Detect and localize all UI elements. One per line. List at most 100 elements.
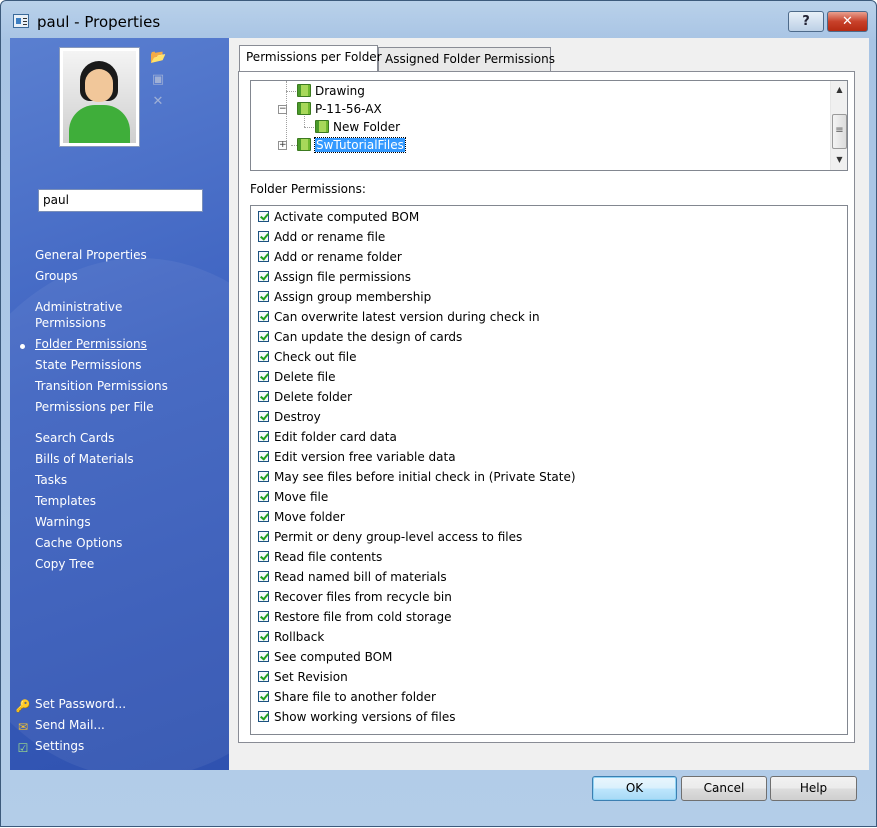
permission-row[interactable]: Share file to another folder — [258, 687, 436, 707]
nav-bills-of-materials[interactable]: Bills of Materials — [35, 451, 134, 467]
permission-row[interactable]: Read named bill of materials — [258, 567, 447, 587]
permission-row[interactable]: Read file contents — [258, 547, 382, 567]
permission-checkbox[interactable] — [258, 651, 269, 662]
permission-row[interactable]: Add or rename file — [258, 227, 385, 247]
username-field[interactable]: paul — [38, 189, 203, 212]
permission-checkbox[interactable] — [258, 271, 269, 282]
help-button[interactable]: Help — [770, 776, 857, 801]
permission-label: Edit version free variable data — [274, 450, 456, 464]
permission-label: Assign file permissions — [274, 270, 411, 284]
permission-checkbox[interactable] — [258, 711, 269, 722]
permission-row[interactable]: Permit or deny group-level access to fil… — [258, 527, 522, 547]
nav-administrative-permissions-line2[interactable]: Permissions — [35, 315, 106, 331]
nav-state-permissions[interactable]: State Permissions — [35, 357, 142, 373]
permission-checkbox[interactable] — [258, 371, 269, 382]
collapse-icon[interactable]: − — [278, 105, 287, 114]
permission-checkbox[interactable] — [258, 451, 269, 462]
permission-checkbox[interactable] — [258, 671, 269, 682]
nav-transition-permissions[interactable]: Transition Permissions — [35, 378, 168, 394]
permission-checkbox[interactable] — [258, 551, 269, 562]
send-mail-link[interactable]: ✉ Send Mail... — [15, 717, 105, 734]
permission-row[interactable]: May see files before initial check in (P… — [258, 467, 576, 487]
permission-checkbox[interactable] — [258, 571, 269, 582]
permission-checkbox[interactable] — [258, 691, 269, 702]
permission-checkbox[interactable] — [258, 251, 269, 262]
scroll-thumb[interactable]: ≡ — [832, 114, 847, 149]
key-icon: 🔑 — [15, 699, 31, 713]
tree-scrollbar[interactable]: ▲ ≡ ▼ — [830, 81, 847, 170]
dialog-client: 📂 ▣ ✕ paul General Properties Groups Adm… — [10, 38, 869, 770]
open-folder-icon[interactable]: 📂 — [150, 50, 166, 66]
permission-checkbox[interactable] — [258, 231, 269, 242]
permission-checkbox[interactable] — [258, 511, 269, 522]
permission-row[interactable]: Show working versions of files — [258, 707, 456, 727]
permission-row[interactable]: Move folder — [258, 507, 345, 527]
nav-cache-options[interactable]: Cache Options — [35, 535, 122, 551]
tab-assigned-folder-permissions[interactable]: Assigned Folder Permissions — [378, 47, 555, 72]
tree-item-p-11-56-ax[interactable]: P-11-56-AX — [297, 100, 382, 118]
nav-search-cards[interactable]: Search Cards — [35, 430, 114, 446]
permission-label: Delete file — [274, 370, 336, 384]
permission-row[interactable]: Assign group membership — [258, 287, 431, 307]
nav-groups[interactable]: Groups — [35, 268, 78, 284]
permission-checkbox[interactable] — [258, 591, 269, 602]
nav-warnings[interactable]: Warnings — [35, 514, 91, 530]
permission-checkbox[interactable] — [258, 431, 269, 442]
nav-tasks[interactable]: Tasks — [35, 472, 67, 488]
scroll-down-icon[interactable]: ▼ — [831, 151, 847, 168]
permission-checkbox[interactable] — [258, 211, 269, 222]
permission-row[interactable]: Restore file from cold storage — [258, 607, 451, 627]
permission-row[interactable]: Add or rename folder — [258, 247, 402, 267]
nav-folder-permissions[interactable]: Folder Permissions — [35, 336, 147, 352]
permission-checkbox[interactable] — [258, 311, 269, 322]
scroll-up-icon[interactable]: ▲ — [831, 81, 847, 98]
permission-row[interactable]: Assign file permissions — [258, 267, 411, 287]
tree-item-swtutorialfiles[interactable]: SwTutorialFiles — [297, 136, 406, 154]
set-password-link[interactable]: 🔑 Set Password... — [15, 696, 127, 713]
permission-checkbox[interactable] — [258, 391, 269, 402]
permission-checkbox[interactable] — [258, 491, 269, 502]
nav-templates[interactable]: Templates — [35, 493, 96, 509]
expand-icon[interactable]: + — [278, 141, 287, 150]
permission-checkbox[interactable] — [258, 471, 269, 482]
permission-row[interactable]: Edit folder card data — [258, 427, 397, 447]
permission-checkbox[interactable] — [258, 411, 269, 422]
permission-row[interactable]: Activate computed BOM — [258, 207, 419, 227]
permission-row[interactable]: Can overwrite latest version during chec… — [258, 307, 540, 327]
nav-permissions-per-file[interactable]: Permissions per File — [35, 399, 154, 415]
permission-checkbox[interactable] — [258, 291, 269, 302]
permission-row[interactable]: Move file — [258, 487, 328, 507]
mail-icon: ✉ — [17, 720, 29, 734]
permission-row[interactable]: Recover files from recycle bin — [258, 587, 452, 607]
delete-icon[interactable]: ✕ — [150, 94, 166, 110]
permission-row[interactable]: Delete folder — [258, 387, 352, 407]
permission-row[interactable]: Delete file — [258, 367, 336, 387]
save-icon[interactable]: ▣ — [150, 72, 166, 88]
tab-permissions-per-folder[interactable]: Permissions per Folder — [239, 45, 382, 71]
ok-button[interactable]: OK — [592, 776, 677, 801]
permission-row[interactable]: Destroy — [258, 407, 321, 427]
nav-copy-tree[interactable]: Copy Tree — [35, 556, 94, 572]
help-icon[interactable]: ? — [788, 11, 824, 32]
nav-general-properties[interactable]: General Properties — [35, 247, 147, 263]
close-icon[interactable]: ✕ — [827, 11, 868, 32]
permission-row[interactable]: Check out file — [258, 347, 356, 367]
tree-item-drawing[interactable]: Drawing — [297, 82, 365, 100]
permission-label: Can overwrite latest version during chec… — [274, 310, 540, 324]
permission-row[interactable]: Can update the design of cards — [258, 327, 462, 347]
permission-checkbox[interactable] — [258, 631, 269, 642]
avatar[interactable] — [59, 47, 140, 147]
title-bar[interactable]: paul - Properties ? ✕ — [1, 1, 876, 39]
permission-checkbox[interactable] — [258, 611, 269, 622]
permission-row[interactable]: Rollback — [258, 627, 324, 647]
folder-tree[interactable]: Drawing − P-11-56-AX New Folder + SwTuto… — [250, 80, 848, 171]
permission-checkbox[interactable] — [258, 351, 269, 362]
permission-row[interactable]: Edit version free variable data — [258, 447, 456, 467]
nav-administrative-permissions-line1[interactable]: Administrative — [35, 299, 122, 315]
permission-checkbox[interactable] — [258, 531, 269, 542]
permission-row[interactable]: See computed BOM — [258, 647, 392, 667]
tree-item-new-folder[interactable]: New Folder — [315, 118, 400, 136]
permission-row[interactable]: Set Revision — [258, 667, 348, 687]
permission-checkbox[interactable] — [258, 331, 269, 342]
cancel-button[interactable]: Cancel — [681, 776, 767, 801]
